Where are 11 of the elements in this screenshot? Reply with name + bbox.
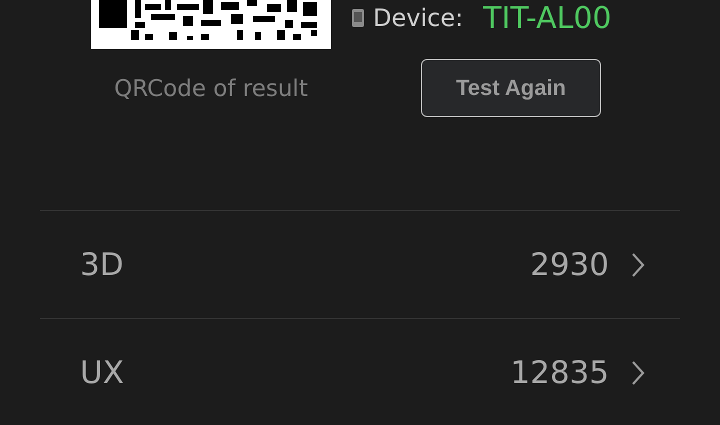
score-name: 3D — [80, 246, 125, 282]
test-again-button[interactable]: Test Again — [421, 59, 601, 117]
device-model: TIT-AL00 — [483, 0, 612, 36]
score-value: 2930 — [530, 246, 609, 282]
chevron-right-icon[interactable] — [631, 360, 645, 386]
score-name: UX — [80, 354, 125, 390]
device-label: Device: — [373, 4, 464, 32]
score-value: 12835 — [510, 354, 609, 390]
chevron-right-icon[interactable] — [631, 252, 645, 278]
qr-caption: QRCode of result — [114, 76, 308, 102]
phone-icon — [351, 9, 365, 27]
